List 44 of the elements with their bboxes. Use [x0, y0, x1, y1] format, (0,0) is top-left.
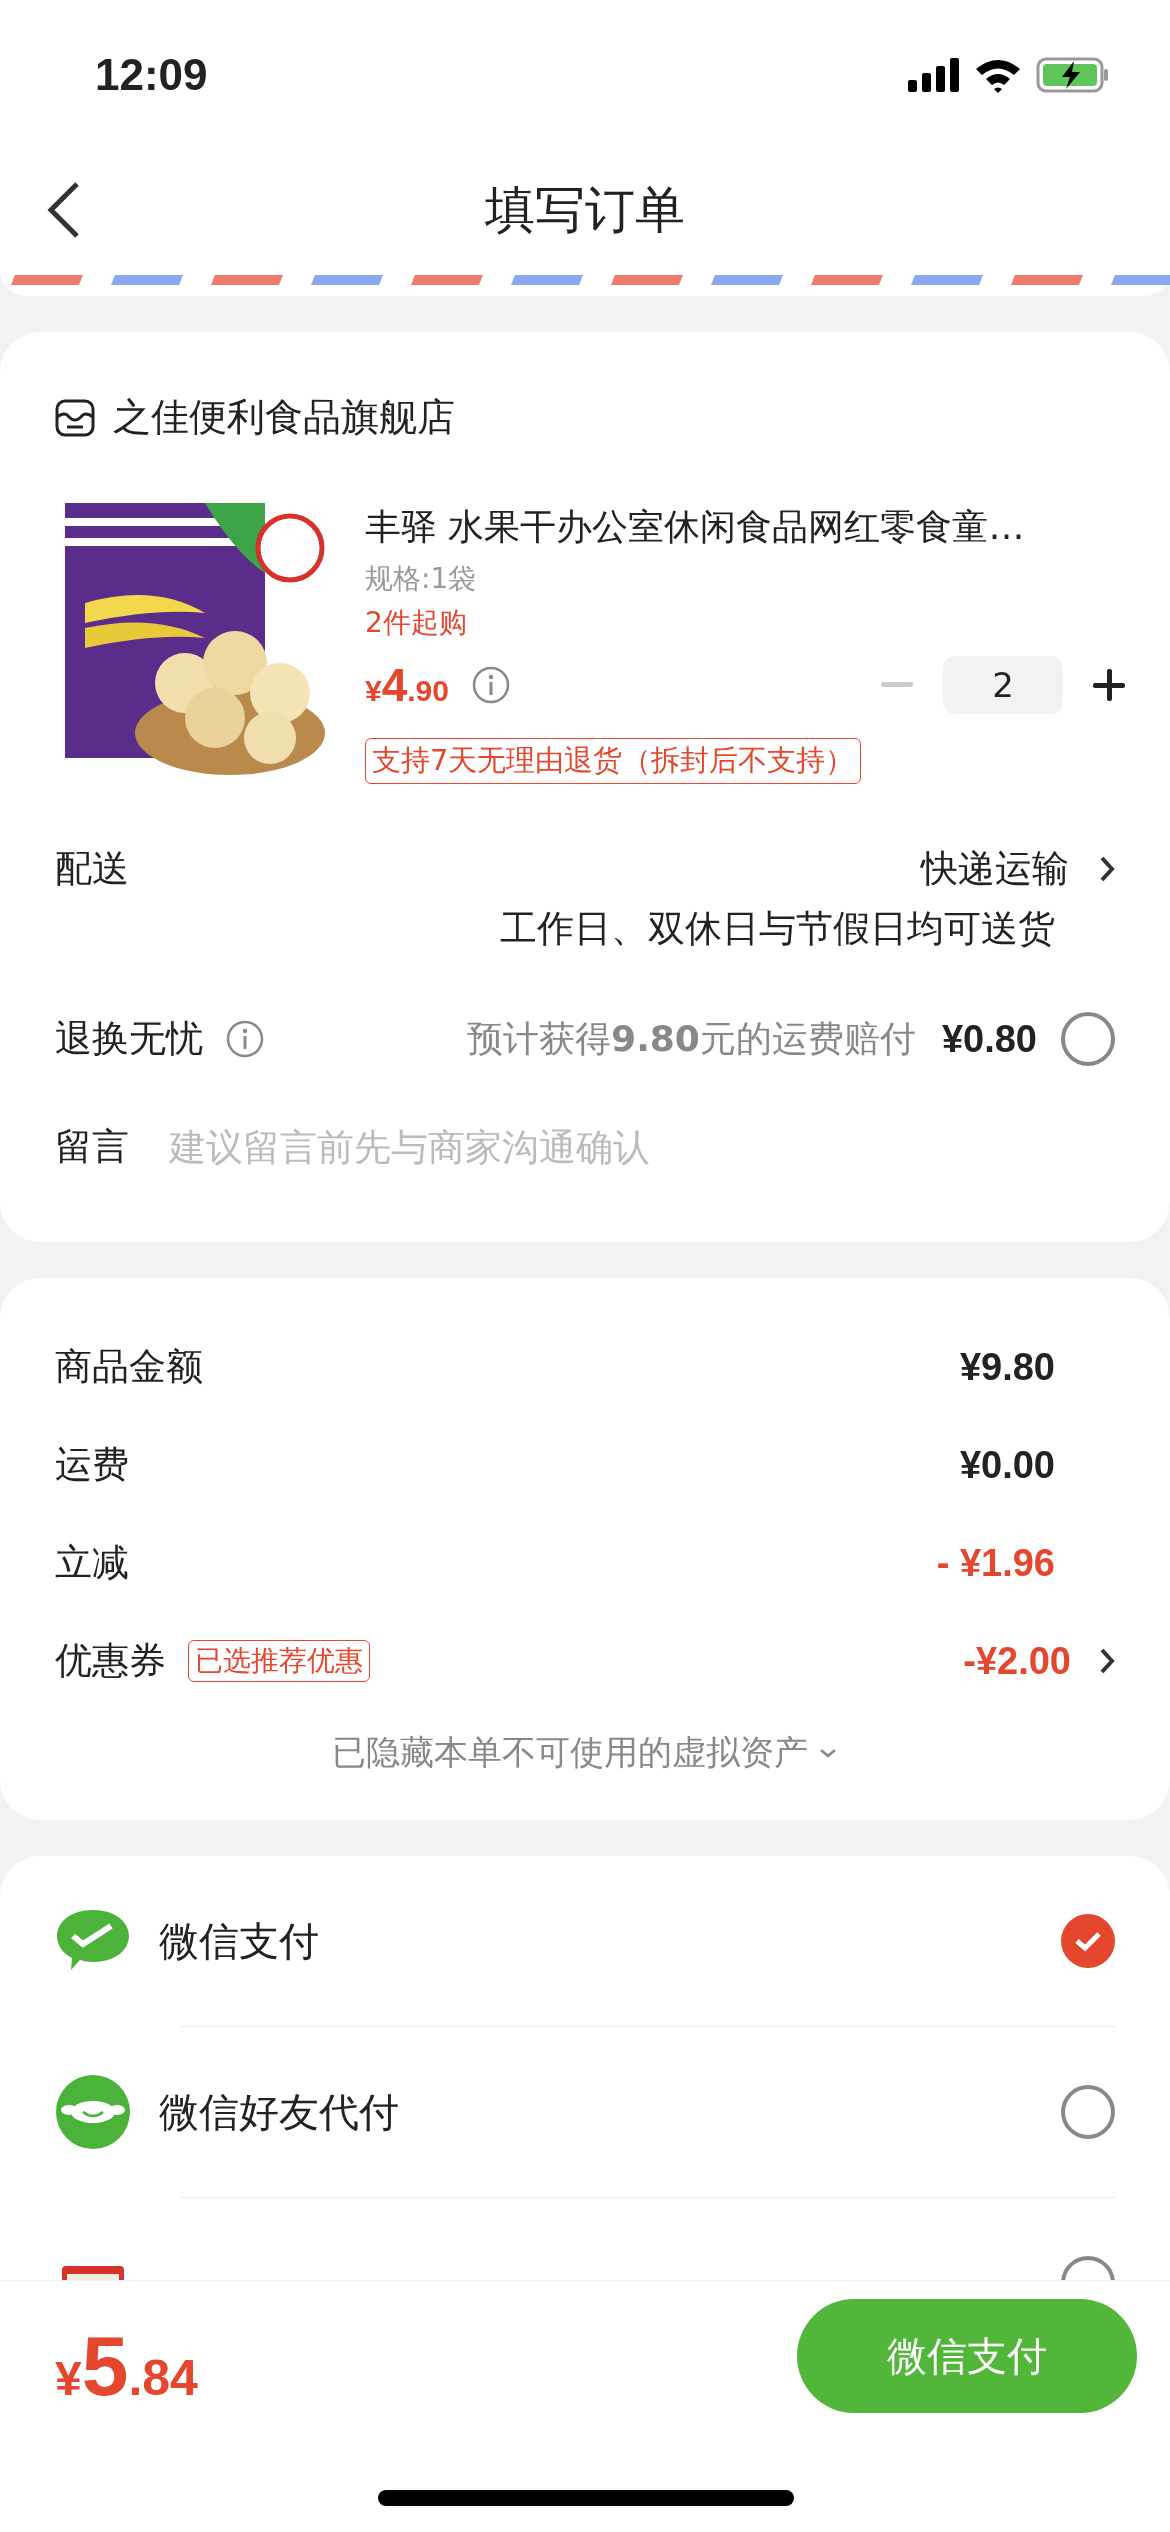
summary-label: 运费	[55, 1442, 129, 1488]
insurance-price: ¥0.80	[941, 1017, 1037, 1061]
chevron-icon[interactable]	[1099, 1647, 1115, 1675]
wifi-icon	[974, 57, 1022, 93]
summary-label: 优惠券	[55, 1638, 166, 1684]
status-time: 12:09	[95, 50, 208, 100]
summary-value: -¥2.00	[963, 1639, 1071, 1683]
payment-option[interactable]: 微信好友代付	[159, 2084, 399, 2140]
store-name[interactable]: 之佳便利食品旗舰店	[113, 392, 455, 443]
total-price: ¥5.84	[55, 2317, 198, 2415]
delivery-note: 工作日、双休日与节假日均可送货	[500, 906, 1055, 952]
signal-icon	[908, 58, 960, 92]
plus-icon[interactable]	[1093, 669, 1125, 701]
return-insurance-label: 退换无忧	[55, 1016, 203, 1062]
minimum-purchase: 2件起购	[365, 605, 468, 641]
delivery-label: 配送	[55, 846, 129, 892]
product-title[interactable]: 丰驿 水果干办公室休闲食品网红零食童…	[365, 503, 1115, 552]
page-title: 填写订单	[485, 179, 685, 241]
return-policy-tag: 支持7天无理由退货（拆封后不支持）	[365, 738, 862, 784]
chevron-icon[interactable]	[1099, 855, 1115, 883]
dog-face-icon	[55, 2074, 131, 2150]
product-spec: 规格:1袋	[365, 561, 478, 597]
summary-value: ¥9.80	[959, 1345, 1055, 1389]
payment-option[interactable]: 微信支付	[159, 1913, 319, 1969]
check-icon	[1074, 1930, 1102, 1952]
radio-button[interactable]	[1061, 1012, 1115, 1066]
compensation-text: 预计获得9.80元的运费赔付	[467, 1016, 916, 1061]
radio-button[interactable]	[1061, 1914, 1115, 1968]
quantity-field[interactable]: 2	[943, 656, 1063, 714]
coupon-tag: 已选推荐优惠	[188, 1640, 370, 1682]
summary-value: - ¥1.96	[936, 1541, 1055, 1585]
delivery-method[interactable]: 快递运输	[921, 844, 1069, 894]
summary-label: 立减	[55, 1540, 129, 1586]
unit-price: ¥4.90	[365, 658, 449, 712]
message-label: 留言	[55, 1124, 129, 1170]
info-icon[interactable]	[471, 665, 511, 705]
hidden-assets-toggle[interactable]: 已隐藏本单不可使用的虚拟资产	[332, 1730, 808, 1776]
store-icon	[55, 398, 95, 437]
radio-button[interactable]	[1061, 2085, 1115, 2139]
battery-icon	[1036, 57, 1110, 93]
summary-value: ¥0.00	[959, 1443, 1055, 1487]
chevron-down-icon[interactable]	[818, 1747, 838, 1759]
info-icon[interactable]	[225, 1019, 265, 1059]
summary-label: 商品金额	[55, 1344, 203, 1390]
